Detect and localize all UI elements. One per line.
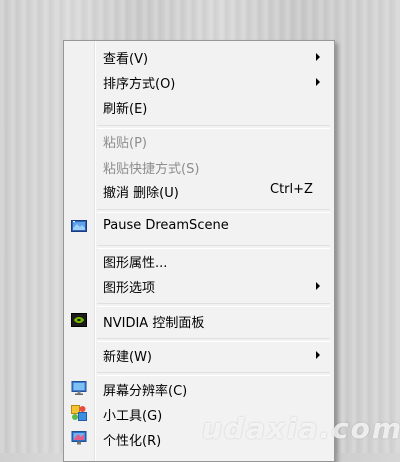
- menu-item-paste-label: 粘贴(P): [103, 136, 147, 151]
- menu-item-graphics-options-label: 图形选项: [103, 281, 156, 296]
- menu-item-paste-shortcut[interactable]: 粘贴快捷方式(S): [64, 155, 334, 177]
- personalize-icon: [71, 430, 87, 446]
- menu-item-nvidia[interactable]: NVIDIA 控制面板: [64, 309, 334, 331]
- menu-item-gadgets-label: 小工具(G): [103, 409, 163, 424]
- menu-item-sort[interactable]: 排序方式(O): [64, 70, 334, 92]
- menu-separator: [97, 303, 330, 307]
- submenu-arrow-icon: [316, 53, 320, 61]
- menu-item-screen-resolution-label: 屏幕分辨率(C): [103, 384, 188, 399]
- dreamscene-icon: [71, 218, 87, 234]
- menu-item-graphics-options[interactable]: 图形选项: [64, 274, 334, 296]
- menu-item-gadgets[interactable]: 小工具(G): [64, 402, 334, 424]
- menu-item-personalize-label: 个性化(R): [103, 434, 162, 449]
- nvidia-icon: [71, 312, 87, 328]
- menu-item-personalize[interactable]: 个性化(R): [64, 427, 334, 449]
- menu-item-graphics-properties[interactable]: 图形属性...: [64, 249, 334, 271]
- menu-item-new[interactable]: 新建(W): [64, 343, 334, 365]
- menu-item-new-label: 新建(W): [103, 350, 152, 365]
- desktop-context-menu: 查看(V) 排序方式(O) 刷新(E) 粘贴(P) 粘贴快捷方式(S) 撤消 删…: [63, 40, 335, 462]
- menu-separator: [97, 209, 330, 213]
- menu-item-undo-delete-label: 撤消 删除(U): [103, 186, 179, 201]
- menu-separator: [97, 372, 330, 376]
- menu-item-refresh[interactable]: 刷新(E): [64, 95, 334, 117]
- menu-item-view[interactable]: 查看(V): [64, 45, 334, 67]
- menu-item-paste-shortcut-label: 粘贴快捷方式(S): [103, 162, 200, 177]
- menu-item-undo-delete[interactable]: 撤消 删除(U) Ctrl+Z: [64, 179, 334, 201]
- submenu-arrow-icon: [316, 351, 320, 359]
- menu-item-paste[interactable]: 粘贴(P): [64, 129, 334, 151]
- menu-separator: [97, 338, 330, 342]
- menu-item-refresh-label: 刷新(E): [103, 102, 148, 117]
- menu-item-pause-dreamscene[interactable]: Pause DreamScene: [64, 215, 334, 237]
- menu-item-sort-label: 排序方式(O): [103, 77, 176, 92]
- submenu-arrow-icon: [316, 78, 320, 86]
- menu-item-screen-resolution[interactable]: 屏幕分辨率(C): [64, 377, 334, 399]
- menu-item-pause-dreamscene-label: Pause DreamScene: [103, 218, 229, 233]
- menu-item-graphics-properties-label: 图形属性...: [103, 256, 168, 271]
- menu-item-undo-delete-shortcut: Ctrl+Z: [270, 182, 313, 197]
- submenu-arrow-icon: [316, 282, 320, 290]
- menu-item-view-label: 查看(V): [103, 52, 149, 67]
- monitor-icon: [71, 380, 87, 396]
- menu-item-nvidia-label: NVIDIA 控制面板: [103, 316, 205, 331]
- gadgets-icon: [71, 405, 87, 421]
